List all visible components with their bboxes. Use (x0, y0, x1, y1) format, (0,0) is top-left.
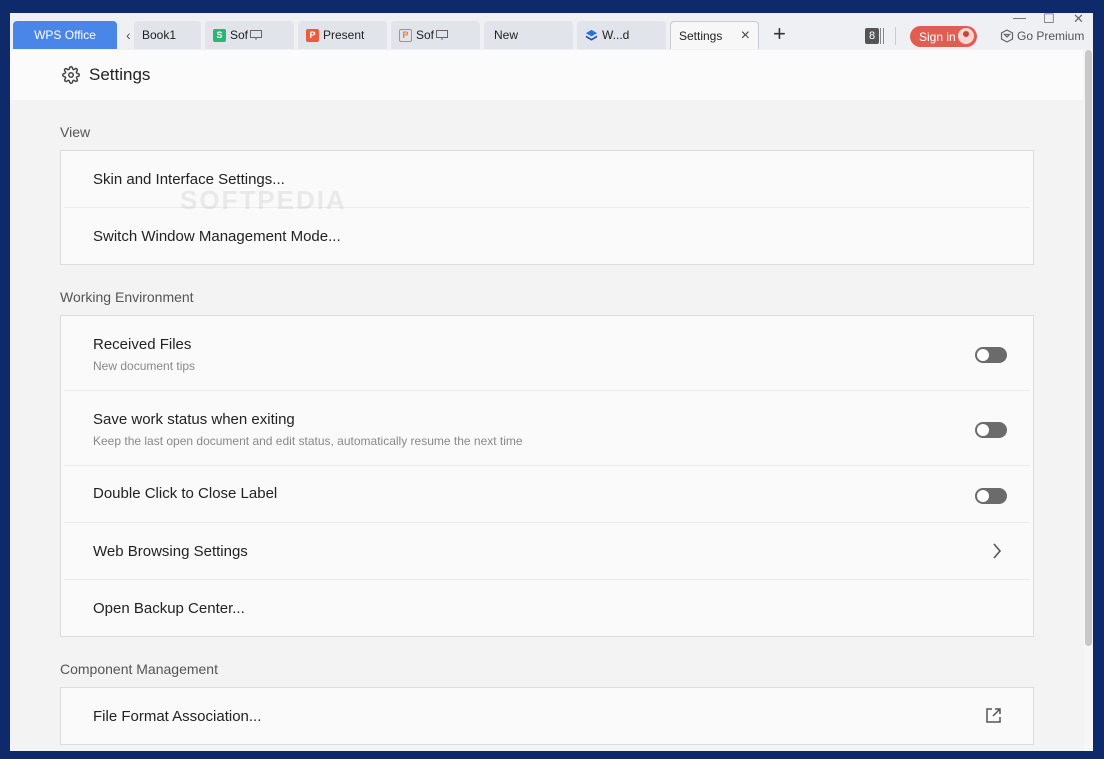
monitor-icon (250, 30, 263, 40)
received-files-toggle[interactable] (975, 347, 1007, 363)
monitor-icon (436, 30, 449, 40)
minimize-icon[interactable]: — (1013, 13, 1026, 25)
tab-spreadsheet[interactable]: S Sof (205, 21, 294, 49)
section-card-working-environment: Received Files New document tips Save wo… (60, 315, 1034, 637)
setting-label: Switch Window Management Mode... (93, 228, 341, 245)
setting-received-files: Received Files New document tips (64, 316, 1030, 391)
tab-label: Present (323, 28, 365, 42)
setting-label: Save work status when exiting (93, 411, 295, 428)
tab-label: Sof (230, 28, 249, 42)
watermark: SOFTPEDIA (180, 185, 347, 215)
tab-label: Sof (416, 28, 435, 42)
presentation-icon: P (306, 28, 319, 42)
setting-description: Keep the last open document and edit sta… (93, 434, 523, 448)
chevron-right-icon (993, 543, 1002, 559)
spreadsheet-icon: S (213, 28, 226, 42)
tab-book1[interactable]: Book1 (134, 21, 201, 49)
setting-web-browsing[interactable]: Web Browsing Settings (64, 523, 1030, 580)
setting-label: Web Browsing Settings (93, 543, 248, 560)
setting-double-click-close: Double Click to Close Label (64, 466, 1030, 523)
tab-settings[interactable]: Settings × (670, 21, 759, 49)
tab-label: Book1 (142, 28, 177, 42)
setting-save-work-status: Save work status when exiting Keep the l… (64, 391, 1030, 466)
tab-wps-office[interactable]: WPS Office (13, 21, 117, 49)
close-window-icon[interactable]: ✕ (1073, 13, 1084, 27)
maximize-icon[interactable]: ☐ (1043, 13, 1055, 27)
pdf-icon: P (399, 28, 412, 42)
section-title-working-environment: Working Environment (60, 289, 194, 305)
tab-label: Settings (679, 28, 723, 43)
page-header: Settings (10, 50, 1083, 100)
section-title-component-management: Component Management (60, 661, 218, 677)
setting-window-mode[interactable]: Switch Window Management Mode... (64, 208, 1030, 264)
tab-label: W...d (602, 28, 630, 42)
go-premium-button[interactable]: Go Premium (1000, 29, 1084, 43)
sign-in-label: Sign in (919, 29, 956, 44)
setting-open-backup-center[interactable]: Open Backup Center... (64, 580, 1030, 636)
setting-label: Double Click to Close Label (93, 485, 278, 502)
divider (895, 27, 896, 45)
go-premium-label: Go Premium (1017, 29, 1085, 43)
setting-label: Received Files (93, 336, 192, 353)
tab-new[interactable]: New (484, 21, 573, 49)
setting-label: Open Backup Center... (93, 600, 245, 617)
close-tab-icon[interactable]: × (741, 27, 750, 45)
section-title-view: View (60, 124, 91, 140)
chevron-left-icon[interactable]: ‹ (126, 27, 131, 43)
page-title: Settings (89, 65, 151, 84)
premium-badge-icon (1000, 29, 1014, 43)
gear-icon (62, 66, 80, 84)
tab-bar: WPS Office ‹ Book1 S Sof P Present P Sof… (10, 13, 1093, 50)
app-window: WPS Office ‹ Book1 S Sof P Present P Sof… (10, 13, 1093, 751)
setting-label: File Format Association... (93, 708, 262, 725)
scrollbar-thumb[interactable] (1085, 50, 1092, 646)
setting-file-format-association[interactable]: File Format Association... (64, 688, 1030, 744)
layers-icon (585, 29, 598, 41)
tab-presentation[interactable]: P Present (298, 21, 387, 49)
section-card-component-management: File Format Association... (60, 687, 1034, 745)
scrollbar[interactable] (1084, 50, 1093, 751)
new-tab-plus-icon[interactable]: + (773, 22, 786, 46)
external-link-icon (986, 708, 1001, 723)
tab-pdf[interactable]: P Sof (391, 21, 480, 49)
double-click-close-toggle[interactable] (975, 488, 1007, 504)
tab-count-badge[interactable]: 8 (865, 28, 879, 44)
tab-label: WPS Office (34, 28, 96, 42)
sign-in-button[interactable]: Sign in (910, 26, 977, 47)
avatar-icon (958, 28, 974, 44)
tab-label: New (494, 28, 519, 42)
setting-description: New document tips (93, 359, 196, 373)
tab-list-icon[interactable] (880, 28, 884, 44)
save-work-status-toggle[interactable] (975, 422, 1007, 438)
tab-writer[interactable]: W...d (577, 21, 666, 49)
